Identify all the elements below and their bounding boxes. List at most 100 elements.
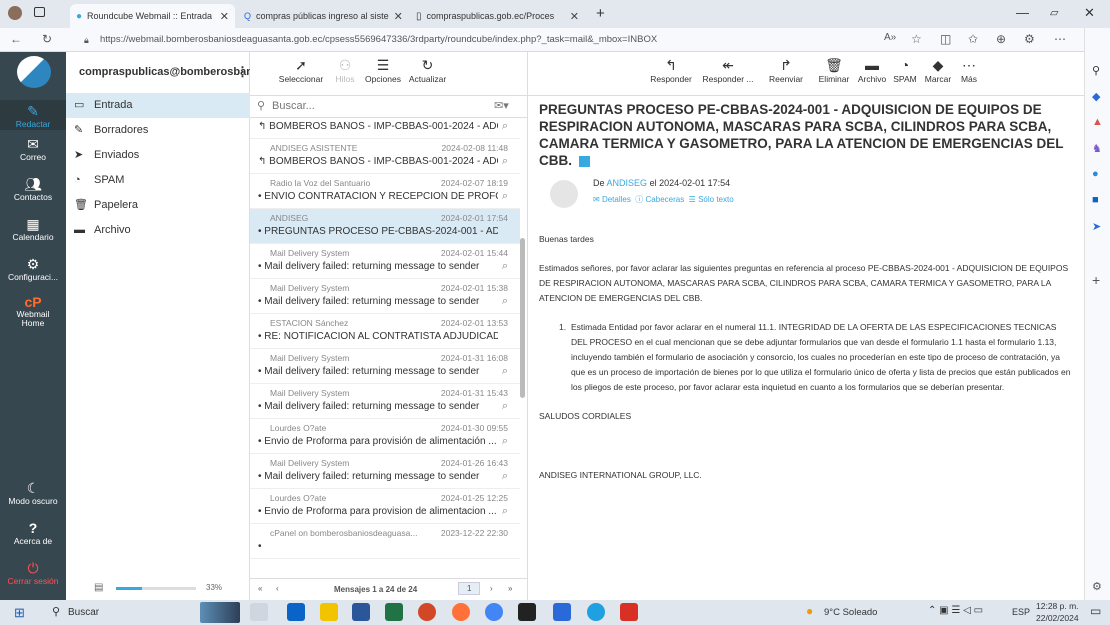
word-icon[interactable] (352, 603, 370, 621)
folder-trash[interactable]: 🗑︎ Papelera (66, 193, 250, 218)
folder-inbox[interactable]: ▭ Entrada (66, 93, 250, 118)
chrome-icon[interactable] (485, 603, 503, 621)
nav-settings[interactable]: ⚙ Configuraci... (0, 256, 66, 282)
collections-icon[interactable]: ⊕ (996, 32, 1006, 46)
folder-drafts[interactable]: ✎ Borradores (66, 118, 250, 143)
search-input[interactable]: ⚲ Buscar... ✉▾ (250, 96, 528, 118)
nav-dark-mode[interactable]: ☾ Modo oscuro (0, 480, 66, 506)
nav-compose[interactable]: ✎ Redactar (0, 100, 66, 130)
message-row[interactable]: Lourdes O?ate 2024-01-30 09:55 • Envio de … (250, 419, 520, 454)
details-link[interactable]: ✉ Detalles (593, 195, 631, 204)
restore-button[interactable]: ▱ (1050, 6, 1058, 19)
new-tab-button[interactable]: + (596, 5, 605, 22)
favorites-icon[interactable]: ✩ (968, 32, 978, 46)
more-button[interactable]: ⋯ Más (956, 56, 982, 84)
reply-button[interactable]: ↰ Responder (646, 56, 696, 84)
pdf-icon[interactable] (620, 603, 638, 621)
envelope-filter-icon[interactable]: ✉▾ (494, 99, 509, 112)
message-row[interactable]: cPanel on bomberosbaniosdeaguasa... 2023-… (250, 524, 520, 559)
message-row[interactable]: Lourdes O?ate 2024-01-25 12:25 • Envio de … (250, 489, 520, 524)
open-new-window-icon[interactable] (578, 155, 590, 167)
nav-webmail-home[interactable]: cP Webmail Home (0, 294, 66, 328)
select-button[interactable]: ➚ Seleccionar (276, 56, 326, 84)
folder-spam[interactable]: ◔ SPAM (66, 168, 250, 193)
clock-time[interactable]: 12:28 p. m. (1036, 601, 1079, 611)
task-view-icon[interactable] (250, 603, 268, 621)
options-button[interactable]: ☰ Opciones (363, 56, 403, 84)
threads-button[interactable]: ⚇ Hilos (330, 56, 360, 84)
sender-link[interactable]: ANDISEG (607, 178, 648, 188)
headers-link[interactable]: ⓘ Cabeceras (635, 195, 684, 204)
message-row[interactable]: ANDISEG 2024-02-01 17:54 • PREGUNTAS PROCE… (250, 209, 520, 244)
account-menu-icon[interactable]: ⋮ (236, 64, 249, 80)
favorite-star-icon[interactable]: ☆ (911, 32, 922, 46)
message-row[interactable]: Mail Delivery System 2024-01-26 16:43 • Ma… (250, 454, 520, 489)
tray-icons[interactable]: ⌃ ▣ ☰ ◁ ▭ (928, 605, 983, 616)
extension-icon[interactable]: ⚙ (1024, 32, 1035, 46)
refresh-button[interactable]: ↻ Actualizar (405, 56, 450, 84)
language[interactable]: ESP (1012, 607, 1030, 617)
mark-button[interactable]: ◆ Marcar (921, 56, 955, 84)
last-page-icon[interactable]: » (508, 584, 512, 593)
store-icon[interactable] (553, 603, 571, 621)
message-row[interactable]: Mail Delivery System 2024-02-01 15:38 • Ma… (250, 279, 520, 314)
close-window-button[interactable]: ✕ (1084, 5, 1095, 21)
next-page-icon[interactable]: › (490, 584, 493, 593)
message-row[interactable]: Mail Delivery System 2024-01-31 15:43 • Ma… (250, 384, 520, 419)
excel-icon[interactable] (385, 603, 403, 621)
close-icon[interactable]: ✕ (570, 10, 579, 23)
prev-page-icon[interactable]: ‹ (276, 584, 279, 593)
firefox-icon[interactable] (452, 603, 470, 621)
shopping-icon[interactable]: ◆ (1092, 90, 1100, 103)
windows-start-icon[interactable]: ⊞ (14, 605, 25, 621)
forward-button[interactable]: ↱ Reenviar (764, 56, 808, 84)
nav-about[interactable]: ? Acerca de (0, 520, 66, 546)
tools-icon[interactable]: ▲ (1092, 116, 1103, 128)
reload-icon[interactable]: ↻ (42, 32, 52, 46)
tab-compraspublicas[interactable]: ▯ compraspublicas.gob.ec/Proces ✕ (410, 4, 585, 28)
files-icon[interactable] (320, 603, 338, 621)
logo[interactable] (17, 56, 51, 88)
games-icon[interactable]: ♞ (1092, 142, 1102, 155)
first-page-icon[interactable]: « (258, 584, 262, 593)
app-icon[interactable] (518, 603, 536, 621)
outlook-icon[interactable]: ■ (1092, 194, 1099, 206)
message-row[interactable]: Mail Delivery System 2024-02-01 15:44 • Ma… (250, 244, 520, 279)
office-icon[interactable]: ● (1092, 168, 1099, 180)
message-row[interactable]: Mail Delivery System 2024-01-31 16:08 • Ma… (250, 349, 520, 384)
tab-roundcube[interactable]: ● Roundcube Webmail :: Entrada ✕ (70, 4, 235, 28)
close-icon[interactable]: ✕ (394, 10, 403, 23)
nav-mail[interactable]: ✉ Correo (0, 136, 66, 162)
split-screen-icon[interactable]: ◫ (940, 32, 951, 46)
delete-button[interactable]: 🗑︎ Eliminar (814, 56, 854, 84)
message-row[interactable]: Radio la Voz del Santuario 2024-02-07 18:… (250, 174, 520, 209)
spam-button[interactable]: ◔ SPAM (890, 56, 920, 84)
outlook-icon[interactable] (287, 603, 305, 621)
tab-search[interactable]: Q compras públicas ingreso al siste ✕ (238, 4, 408, 28)
profile-icon[interactable] (8, 6, 22, 20)
taskbar-search[interactable]: Buscar (68, 607, 99, 618)
clock-date[interactable]: 22/02/2024 (1036, 613, 1079, 623)
nav-contacts[interactable]: 👥︎ Contactos (0, 176, 66, 202)
nav-calendar[interactable]: ▦ Calendario (0, 216, 66, 242)
tab-actions-icon[interactable] (34, 7, 45, 17)
minimize-button[interactable]: — (1016, 5, 1029, 20)
archive-button[interactable]: ▬ Archivo (854, 56, 890, 84)
settings-icon[interactable]: ⚙ (1092, 580, 1102, 593)
back-icon[interactable]: ← (10, 32, 22, 46)
search-icon[interactable]: ⚲ (1092, 64, 1100, 77)
folder-sent[interactable]: ➤ Enviados (66, 143, 250, 168)
more-menu-icon[interactable]: ⋯ (1054, 32, 1066, 46)
folder-archive[interactable]: ▬ Archivo (66, 218, 250, 243)
url-field[interactable]: 🔒︎ https://webmail.bomberosbaniosdeaguas… (80, 31, 880, 49)
plain-text-link[interactable]: ☰ Sólo texto (689, 195, 734, 204)
close-icon[interactable]: ✕ (220, 10, 229, 23)
message-row[interactable]: ANDISEG ASISTENTE 2024-02-08 11:48 ↰ BOMBE… (250, 139, 520, 174)
powerpoint-icon[interactable] (418, 603, 436, 621)
weather-text[interactable]: 9°C Soleado (824, 607, 877, 618)
read-aloud-icon[interactable]: A» (884, 32, 896, 43)
message-row[interactable]: ↰ BOMBEROS BAÑOS - IMP-CBBAS-001-2024 - … (250, 118, 520, 139)
send-icon[interactable]: ➤ (1092, 220, 1101, 233)
nav-logout[interactable]: ⏻ Cerrar sesión (0, 560, 66, 586)
add-icon[interactable]: + (1092, 272, 1100, 288)
